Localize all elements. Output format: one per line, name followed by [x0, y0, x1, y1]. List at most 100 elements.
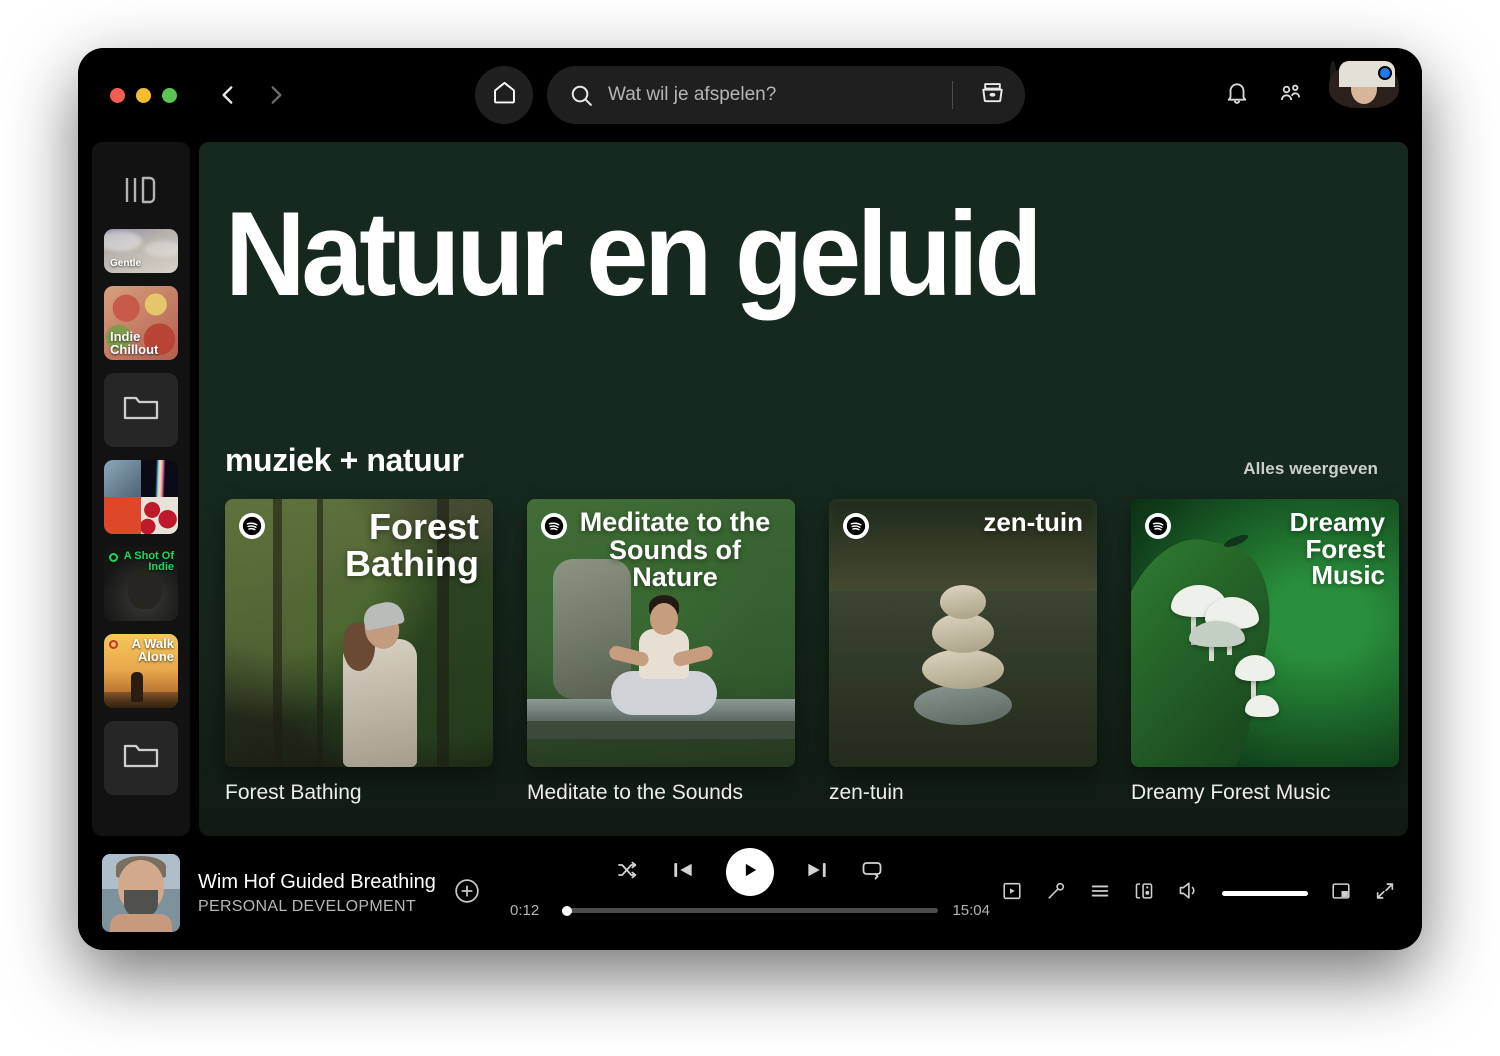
repeat-icon: [860, 858, 884, 887]
friend-activity-button[interactable]: [1276, 79, 1304, 112]
player-center-controls: 0:12 15:04: [510, 848, 990, 919]
sidebar-item-label: A Shot Of Indie: [123, 550, 174, 574]
sidebar-item-label: A Walk Alone: [131, 636, 174, 665]
close-window-button[interactable]: [110, 87, 125, 103]
next-button[interactable]: [804, 857, 830, 888]
minimize-window-button[interactable]: [136, 87, 151, 103]
now-playing-text: Wim Hof Guided Breathing PERSONAL DEVELO…: [198, 871, 436, 916]
connect-to-device-button[interactable]: [1133, 880, 1155, 907]
card-dreamy-forest-music[interactable]: Dreamy Forest Music Dreamy Forest Music: [1131, 499, 1399, 805]
top-bar: [78, 48, 1422, 142]
play-button[interactable]: [726, 848, 774, 896]
artwork-title: zen-tuin: [983, 507, 1083, 537]
friends-icon: [1276, 79, 1304, 112]
elapsed-time: 0:12: [510, 902, 540, 919]
sidebar-item-collage[interactable]: [104, 460, 178, 534]
search-input[interactable]: [608, 84, 938, 106]
playlist-art-collage: [104, 460, 178, 534]
repeat-button[interactable]: [860, 858, 884, 887]
volume-button[interactable]: [1177, 879, 1200, 907]
volume-icon: [1177, 879, 1200, 907]
now-playing-widget: Wim Hof Guided Breathing PERSONAL DEVELO…: [102, 854, 502, 932]
browse-icon: [979, 79, 1006, 111]
search-bar[interactable]: [547, 66, 1025, 124]
miniplayer-button[interactable]: [1330, 880, 1352, 907]
artwork-title: Forest Bathing: [345, 506, 479, 584]
card-artwork[interactable]: Forest Bathing: [225, 499, 493, 767]
card-zen-tuin[interactable]: zen-tuin zen-tuin: [829, 499, 1097, 805]
sidebar-item-gentle[interactable]: Gentle: [104, 229, 178, 273]
sidebar-item-a-walk-alone[interactable]: A Walk Alone: [104, 634, 178, 708]
app-window: Gentle Indie Chillout A Shot Of Indie: [78, 48, 1422, 950]
now-playing-view-button[interactable]: [1001, 880, 1023, 907]
maximize-window-button[interactable]: [162, 87, 177, 103]
browse-button[interactable]: [967, 70, 1017, 120]
spotify-logo-icon: [843, 513, 869, 539]
sidebar-item-indie-chillout[interactable]: Indie Chillout: [104, 286, 178, 360]
forward-button[interactable]: [259, 78, 293, 112]
search-divider: [952, 81, 953, 109]
sidebar-item-folder-1[interactable]: [104, 373, 178, 447]
queue-button[interactable]: [1089, 880, 1111, 907]
card-label: zen-tuin: [829, 781, 904, 804]
player-right-controls: [1001, 879, 1396, 907]
fullscreen-icon: [1374, 880, 1396, 907]
shuffle-icon: [616, 858, 640, 887]
player-bar: Wim Hof Guided Breathing PERSONAL DEVELO…: [78, 836, 1422, 950]
add-to-library-icon: [454, 878, 480, 909]
spotify-logo-icon: [239, 513, 265, 539]
section-header: muziek + natuur Alles weergeven: [199, 314, 1408, 479]
top-right-controls: [1224, 61, 1399, 126]
home-icon: [491, 79, 518, 111]
your-library-icon[interactable]: [121, 164, 161, 216]
artwork-image-zen: [829, 499, 1097, 767]
previous-button[interactable]: [670, 857, 696, 888]
sidebar-item-label: Indie Chillout: [110, 328, 159, 357]
spotify-logo-icon: [541, 513, 567, 539]
microphone-icon: [1045, 880, 1067, 907]
lyrics-button[interactable]: [1045, 880, 1067, 907]
sidebar-item-a-shot-of-indie[interactable]: A Shot Of Indie: [104, 547, 178, 621]
page-title: Natuur en geluid: [225, 187, 1043, 321]
spotify-logo-icon: [1145, 513, 1171, 539]
progress-bar-row: 0:12 15:04: [510, 902, 990, 919]
card-label: Forest Bathing: [225, 781, 362, 804]
progress-handle[interactable]: [561, 905, 572, 916]
next-icon: [804, 857, 830, 888]
total-duration: 15:04: [952, 902, 990, 919]
navigation-arrows: [211, 78, 293, 112]
now-playing-title[interactable]: Wim Hof Guided Breathing: [198, 871, 436, 894]
add-to-library-button[interactable]: [454, 878, 480, 909]
card-meditate-to-the-sounds-of-nature[interactable]: Meditate to the Sounds of Nature Meditat…: [527, 499, 795, 805]
sidebar[interactable]: Gentle Indie Chillout A Shot Of Indie A …: [92, 142, 190, 836]
card-label: Meditate to the Sounds: [527, 781, 743, 804]
fullscreen-button[interactable]: [1374, 880, 1396, 907]
sidebar-item-folder-2[interactable]: [104, 721, 178, 795]
card-artwork[interactable]: Meditate to the Sounds of Nature: [527, 499, 795, 767]
connect-to-device-icon: [1133, 880, 1155, 907]
shuffle-button[interactable]: [616, 858, 640, 887]
folder-icon: [122, 392, 160, 429]
see-all-link[interactable]: Alles weergeven: [1243, 459, 1378, 479]
profile-button[interactable]: [1329, 61, 1399, 126]
miniplayer-icon: [1330, 880, 1352, 907]
card-row: Forest Bathing Forest Bathing Meditate t…: [199, 479, 1408, 805]
card-artwork[interactable]: Dreamy Forest Music: [1131, 499, 1399, 767]
home-button[interactable]: [475, 66, 533, 124]
avatar: [1329, 61, 1399, 108]
play-icon: [740, 860, 760, 885]
section-title: muziek + natuur: [225, 442, 464, 478]
progress-bar[interactable]: [561, 905, 938, 916]
now-playing-artwork[interactable]: [102, 854, 180, 932]
hero-section: Natuur en geluid: [199, 142, 1408, 314]
search-icon: [569, 83, 594, 108]
now-playing-view-icon: [1001, 880, 1023, 907]
volume-slider[interactable]: [1222, 890, 1308, 896]
playback-controls: [616, 848, 884, 896]
card-artwork[interactable]: zen-tuin: [829, 499, 1097, 767]
card-forest-bathing[interactable]: Forest Bathing Forest Bathing: [225, 499, 493, 805]
notifications-button[interactable]: [1224, 80, 1250, 111]
now-playing-subtitle[interactable]: PERSONAL DEVELOPMENT: [198, 898, 436, 916]
back-button[interactable]: [211, 78, 245, 112]
previous-icon: [670, 857, 696, 888]
